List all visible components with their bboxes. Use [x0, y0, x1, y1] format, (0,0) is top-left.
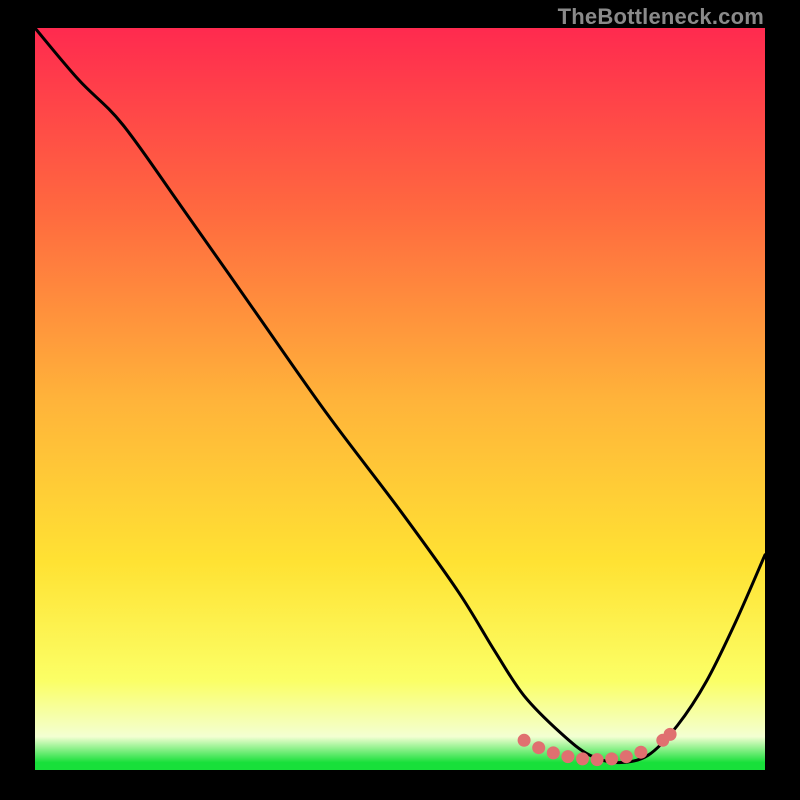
optimal-dot — [620, 750, 633, 763]
optimal-dot — [561, 750, 574, 763]
chart-frame: TheBottleneck.com — [0, 0, 800, 800]
optimal-dot — [591, 753, 604, 766]
gradient-background — [35, 28, 765, 770]
optimal-dot — [664, 728, 677, 741]
optimal-dot — [634, 746, 647, 759]
watermark-text: TheBottleneck.com — [558, 4, 764, 30]
optimal-dot — [576, 752, 589, 765]
optimal-dot — [605, 752, 618, 765]
optimal-dot — [547, 746, 560, 759]
optimal-dot — [518, 734, 531, 747]
optimal-dot — [532, 741, 545, 754]
bottleneck-chart — [35, 28, 765, 770]
